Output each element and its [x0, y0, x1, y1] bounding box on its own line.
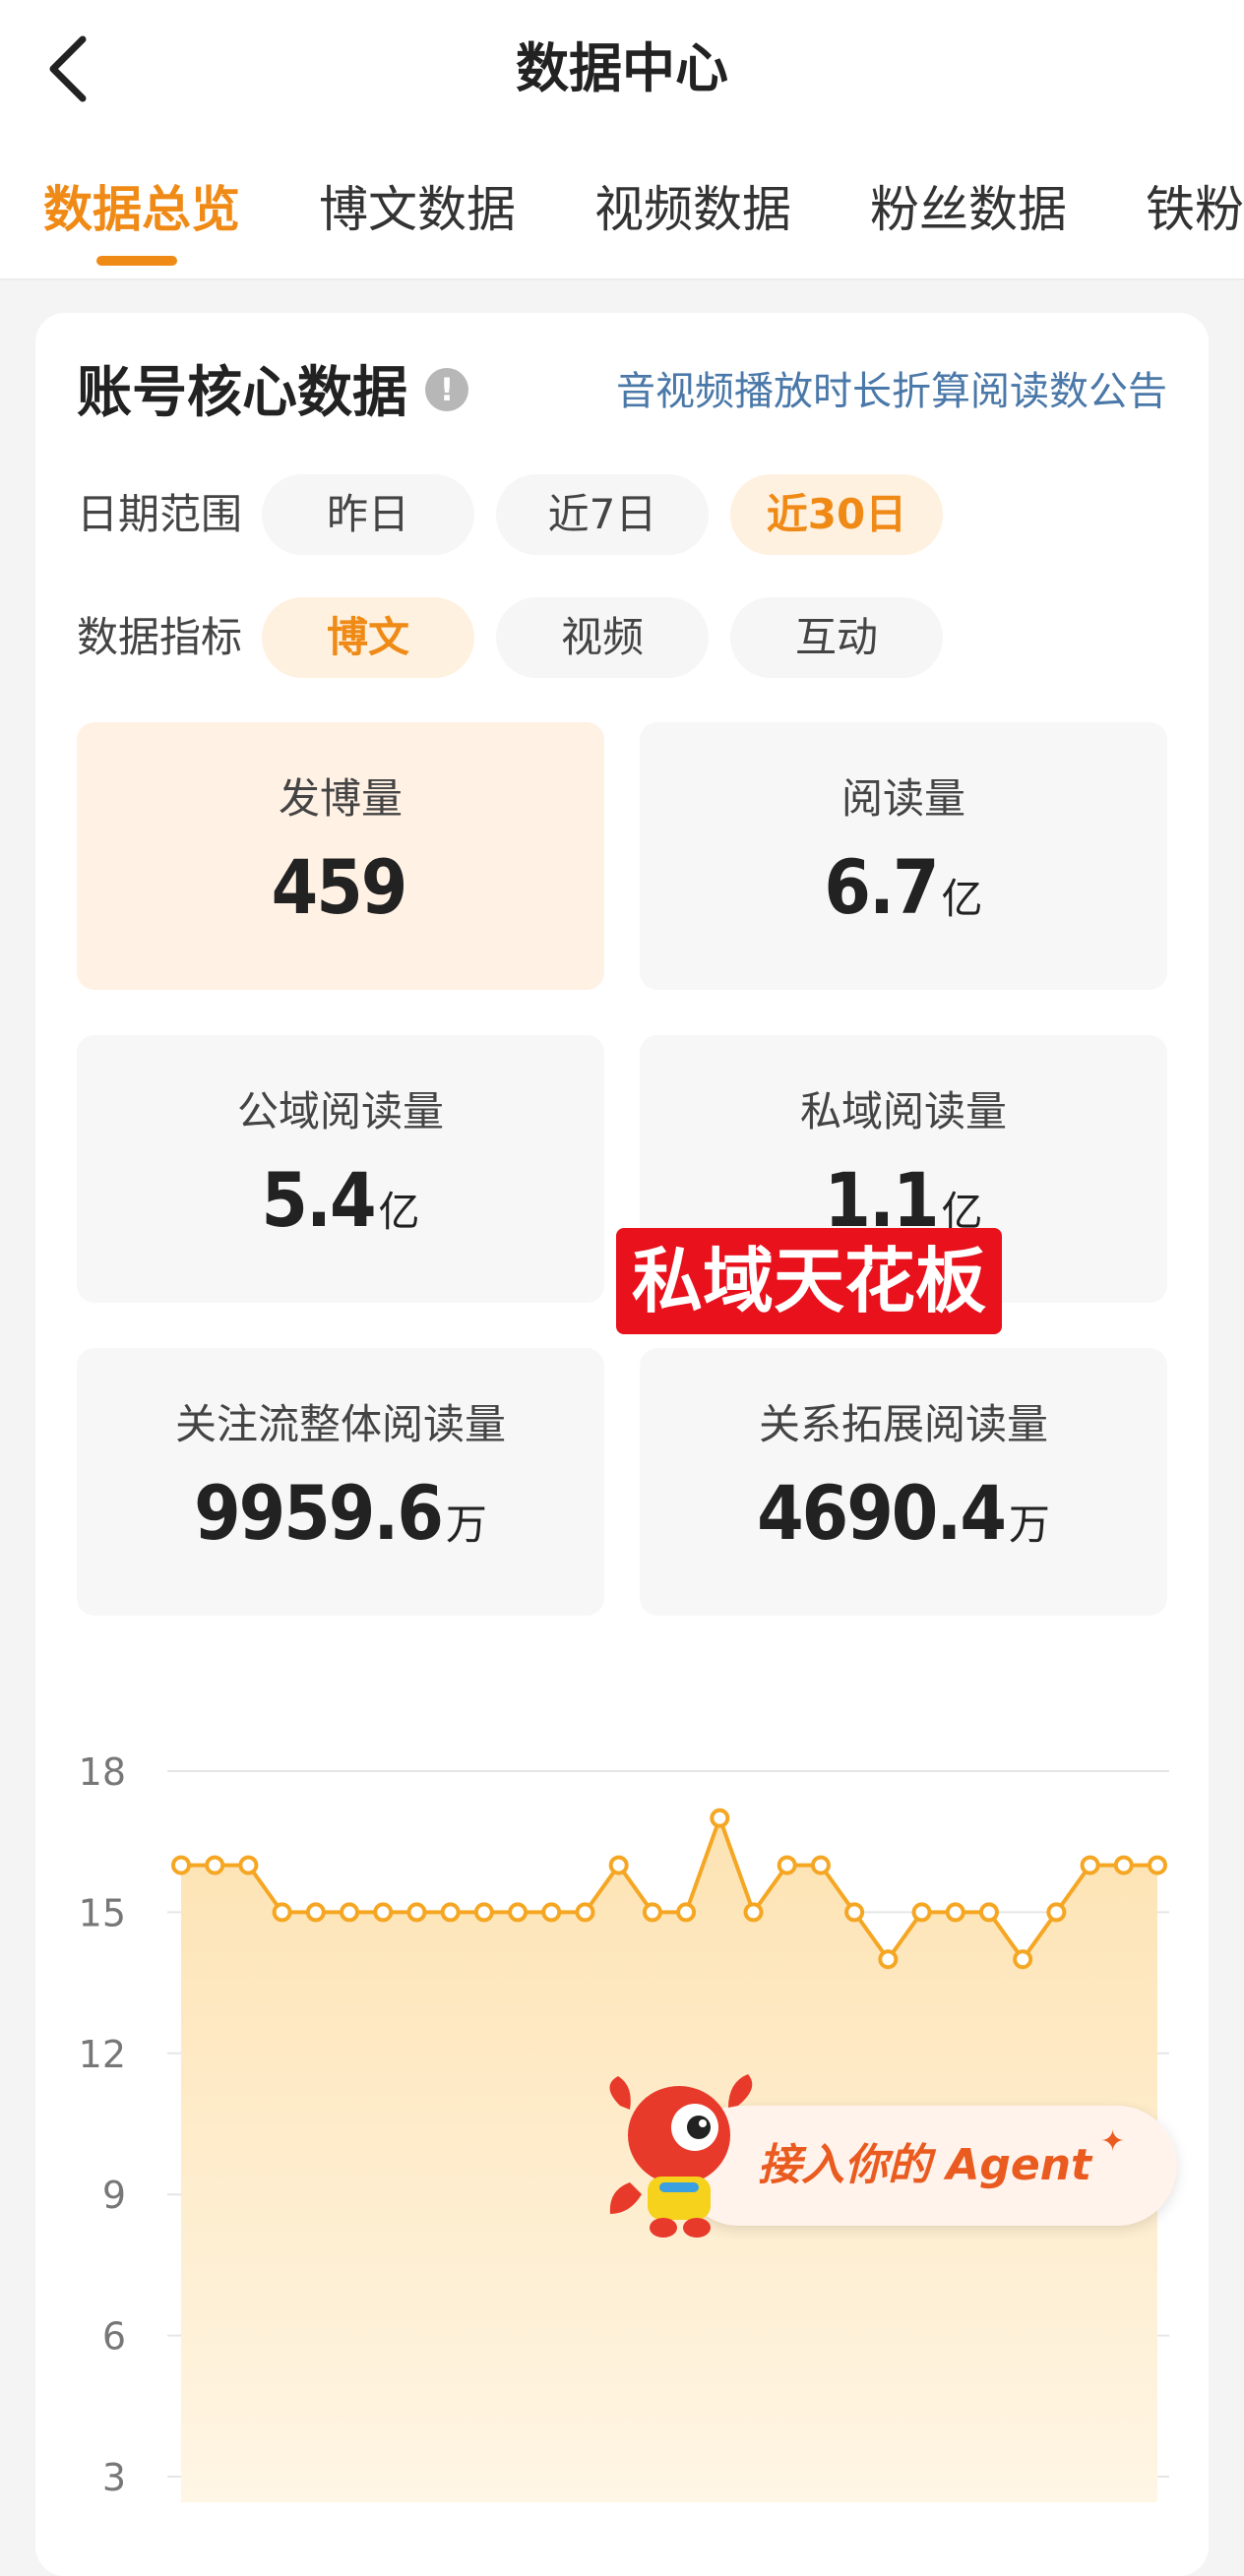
- sparkle-icon: ✦: [1100, 2124, 1126, 2159]
- metric-number: 459: [271, 843, 408, 931]
- metric-value: 4690.4万: [640, 1464, 1167, 1583]
- data-point[interactable]: [205, 1855, 225, 1875]
- date-option-30days[interactable]: 近30日: [730, 474, 943, 555]
- data-point[interactable]: [508, 1902, 529, 1923]
- data-point[interactable]: [1080, 1855, 1100, 1875]
- metric-label: 关注流整体阅读量: [174, 1400, 506, 1448]
- data-point[interactable]: [844, 1902, 865, 1923]
- metric-number: 6.7: [824, 843, 939, 931]
- data-point[interactable]: [911, 1902, 932, 1923]
- metric-label: 公域阅读量: [236, 1087, 444, 1135]
- data-point[interactable]: [473, 1902, 494, 1923]
- data-point[interactable]: [710, 1808, 730, 1828]
- y-tick-label: 9: [102, 2174, 126, 2217]
- metric-unit: 万: [445, 1501, 487, 1549]
- indicator-option-posts[interactable]: 博文: [262, 597, 474, 678]
- metric-number: 4690.4: [757, 1469, 1007, 1557]
- indicator-option-video[interactable]: 视频: [496, 597, 709, 678]
- tab-iron-fans[interactable]: 铁粉数据: [1146, 175, 1244, 244]
- date-range-label: 日期范围: [77, 490, 243, 538]
- metric-label: 发博量: [278, 774, 403, 823]
- data-point[interactable]: [340, 1902, 360, 1923]
- metric-label: 阅读量: [840, 774, 965, 823]
- data-point[interactable]: [1113, 1855, 1134, 1875]
- data-point[interactable]: [406, 1902, 427, 1923]
- data-point[interactable]: [676, 1902, 697, 1923]
- data-point[interactable]: [541, 1902, 562, 1923]
- y-tick-label: 12: [79, 2033, 126, 2076]
- data-point[interactable]: [575, 1902, 595, 1923]
- metric-label: 私域阅读量: [799, 1087, 1007, 1135]
- data-point[interactable]: [810, 1855, 831, 1875]
- active-tab-indicator: [96, 256, 177, 266]
- data-point[interactable]: [238, 1855, 259, 1875]
- y-tick-label: 15: [79, 1891, 126, 1934]
- metric-value: 5.4亿: [77, 1151, 604, 1270]
- date-option-yesterday[interactable]: 昨日: [262, 474, 474, 555]
- data-point[interactable]: [373, 1902, 394, 1923]
- metric-unit: 亿: [941, 875, 983, 923]
- tab-fans[interactable]: 粉丝数据: [870, 175, 1067, 244]
- tab-videos[interactable]: 视频数据: [594, 175, 791, 244]
- data-point[interactable]: [945, 1902, 965, 1923]
- metric-feed-reads[interactable]: 关注流整体阅读量 9959.6万: [77, 1348, 604, 1616]
- metric-value: 9959.6万: [77, 1464, 604, 1583]
- metric-value: 6.7亿: [640, 838, 1167, 957]
- metric-public-reads[interactable]: 公域阅读量 5.4亿: [77, 1035, 604, 1303]
- tab-bar: 数据总览 博文数据 视频数据 粉丝数据 铁粉数据: [0, 165, 1244, 274]
- metric-number: 5.4: [261, 1156, 376, 1244]
- data-point[interactable]: [1013, 1949, 1033, 1970]
- page-title: 数据中心: [516, 37, 728, 99]
- notice-link[interactable]: 音视频播放时长折算阅读数公告: [616, 362, 1167, 421]
- date-option-7days[interactable]: 近7日: [496, 474, 709, 555]
- agent-entry-label: 接入你的 Agent: [758, 2140, 1092, 2190]
- indicator-option-interaction[interactable]: 互动: [730, 597, 943, 678]
- metric-value: 459: [77, 838, 604, 957]
- lobster-mascot-icon: [609, 2074, 753, 2238]
- data-point[interactable]: [272, 1902, 292, 1923]
- metric-label: 关系拓展阅读量: [758, 1400, 1048, 1448]
- top-bar: 数据中心 数据总览 博文数据 视频数据 粉丝数据 铁粉数据: [0, 0, 1244, 280]
- y-tick-label: 3: [102, 2456, 126, 2499]
- metric-relation-reads[interactable]: 关系拓展阅读量 4690.4万: [640, 1348, 1167, 1616]
- data-point[interactable]: [440, 1902, 461, 1923]
- metric-number: 9959.6: [194, 1469, 444, 1557]
- data-point[interactable]: [978, 1902, 999, 1923]
- tab-posts[interactable]: 博文数据: [319, 175, 516, 244]
- info-icon[interactable]: !: [425, 368, 468, 411]
- data-point[interactable]: [608, 1855, 629, 1875]
- data-point[interactable]: [642, 1902, 662, 1923]
- data-point[interactable]: [305, 1902, 326, 1923]
- y-tick-label: 18: [79, 1750, 126, 1794]
- y-tick-label: 6: [102, 2315, 126, 2359]
- data-point[interactable]: [777, 1855, 797, 1875]
- data-point[interactable]: [1046, 1902, 1067, 1923]
- metric-unit: 万: [1008, 1501, 1050, 1549]
- tab-overview[interactable]: 数据总览: [43, 175, 240, 244]
- data-point[interactable]: [1148, 1855, 1167, 1875]
- metric-post-count[interactable]: 发博量 459: [77, 722, 604, 990]
- overlay-caption-tag: 私域天花板: [616, 1228, 1002, 1334]
- metric-reads[interactable]: 阅读量 6.7亿: [640, 722, 1167, 990]
- indicator-label: 数据指标: [77, 613, 243, 661]
- data-point[interactable]: [878, 1949, 899, 1970]
- data-point[interactable]: [743, 1902, 764, 1923]
- card-title: 账号核心数据: [77, 361, 407, 425]
- data-point[interactable]: [171, 1855, 191, 1875]
- metric-unit: 亿: [378, 1188, 420, 1236]
